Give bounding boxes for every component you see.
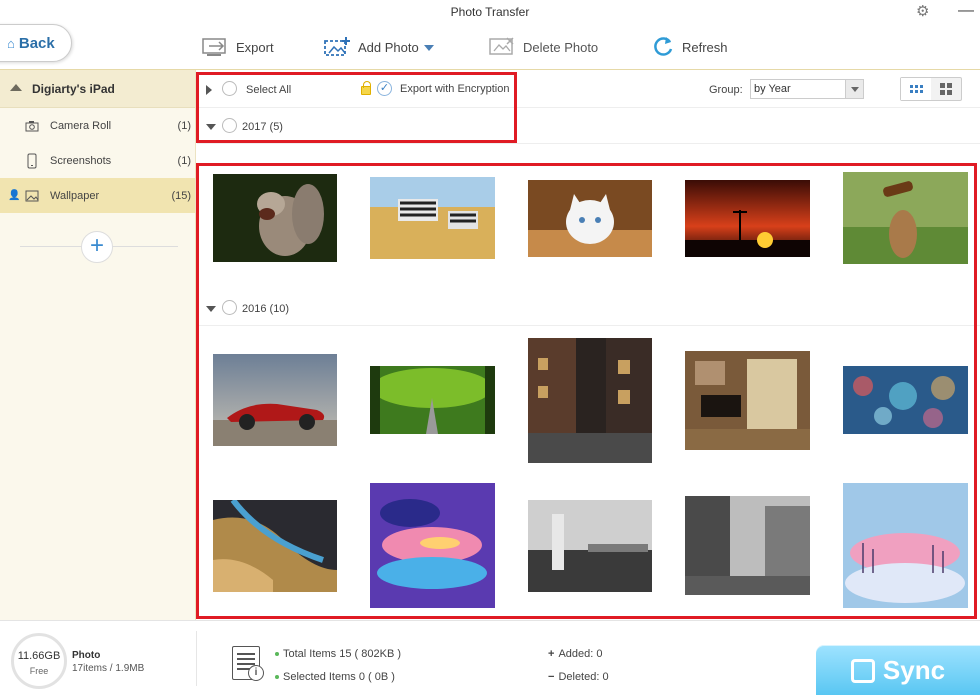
refresh-button[interactable]: Refresh	[650, 32, 728, 62]
title-bar: Photo Transfer ⚙ —	[0, 0, 980, 24]
sidebar-item-label: Wallpaper	[50, 189, 100, 202]
status-bar: 11.66GB Free Photo 17items / 1.9MB i Tot…	[0, 620, 980, 695]
grid-view-button[interactable]	[901, 78, 931, 100]
image-icon	[24, 189, 40, 203]
back-button[interactable]: ⌂ Back	[0, 24, 72, 62]
back-label: Back	[18, 34, 55, 52]
total-items: Total Items 15 ( 802KB )	[275, 648, 401, 660]
delete-photo-button[interactable]: Delete Photo	[487, 32, 598, 62]
refresh-icon	[650, 35, 676, 59]
sidebar-item-camera-roll[interactable]: Camera Roll (1)	[0, 108, 195, 143]
sync-icon	[850, 658, 875, 683]
sidebar-item-label: Camera Roll	[50, 119, 112, 132]
phone-icon	[24, 153, 40, 168]
device-header[interactable]: Digiarty's iPad	[0, 70, 195, 108]
delete-photo-icon	[487, 35, 517, 59]
grid-view-icon	[909, 85, 923, 93]
gear-icon[interactable]: ⚙	[916, 2, 934, 20]
storage-ring: 11.66GB Free	[11, 633, 67, 689]
sidebar-item-wallpaper[interactable]: 👤 Wallpaper (15)	[0, 178, 195, 213]
add-photo-icon	[322, 35, 352, 59]
sync-button[interactable]: Sync	[816, 645, 980, 695]
free-amount: 11.66GB	[17, 650, 61, 662]
highlight-box-filter	[196, 72, 517, 143]
export-icon	[200, 35, 230, 59]
info-icon: i	[248, 665, 264, 681]
sync-label: Sync	[882, 655, 946, 685]
chevron-down-icon[interactable]	[845, 80, 863, 98]
chevron-down-icon[interactable]	[423, 45, 434, 51]
media-items: 17items / 1.9MB	[72, 663, 145, 674]
group-select-value: by Year	[754, 83, 791, 95]
free-label: Free	[29, 666, 49, 676]
added-count: + Added: 0	[548, 648, 603, 660]
export-label: Export	[236, 39, 274, 55]
sidebar-item-count: (1)	[177, 154, 191, 167]
window-title: Photo Transfer	[450, 5, 530, 19]
selected-items: Selected Items 0 ( 0B )	[275, 671, 395, 683]
sidebar-item-screenshots[interactable]: Screenshots (1)	[0, 143, 195, 178]
device-name: Digiarty's iPad	[32, 81, 115, 96]
add-photo-button[interactable]: Add Photo	[322, 32, 434, 62]
group-label: Group:	[709, 84, 743, 96]
minimize-button[interactable]: —	[958, 2, 974, 20]
status-divider	[196, 631, 197, 686]
group-select[interactable]: by Year	[750, 79, 864, 99]
camera-icon	[24, 119, 40, 133]
large-view-icon	[940, 83, 952, 95]
add-photo-label: Add Photo	[358, 39, 419, 55]
deleted-count: − Deleted: 0	[548, 671, 609, 683]
home-icon: ⌂	[7, 35, 15, 51]
person-add-icon: 👤	[8, 190, 21, 201]
delete-photo-label: Delete Photo	[523, 39, 599, 55]
toolbar: ⌂ Back Export Add Photo Delete Photo Ref…	[0, 24, 980, 70]
eject-icon[interactable]	[10, 84, 22, 91]
highlight-box-photos	[196, 163, 977, 619]
sidebar: Digiarty's iPad Camera Roll (1) Screensh…	[0, 70, 196, 620]
media-label: Photo	[72, 650, 101, 661]
refresh-label: Refresh	[682, 39, 728, 55]
export-button[interactable]: Export	[200, 32, 274, 62]
sidebar-item-count: (15)	[171, 189, 191, 202]
sidebar-item-count: (1)	[177, 119, 191, 132]
sidebar-item-label: Screenshots	[50, 154, 112, 167]
add-device-button[interactable]: +	[81, 231, 113, 263]
view-toggle	[900, 77, 962, 101]
large-view-button[interactable]	[931, 78, 961, 100]
